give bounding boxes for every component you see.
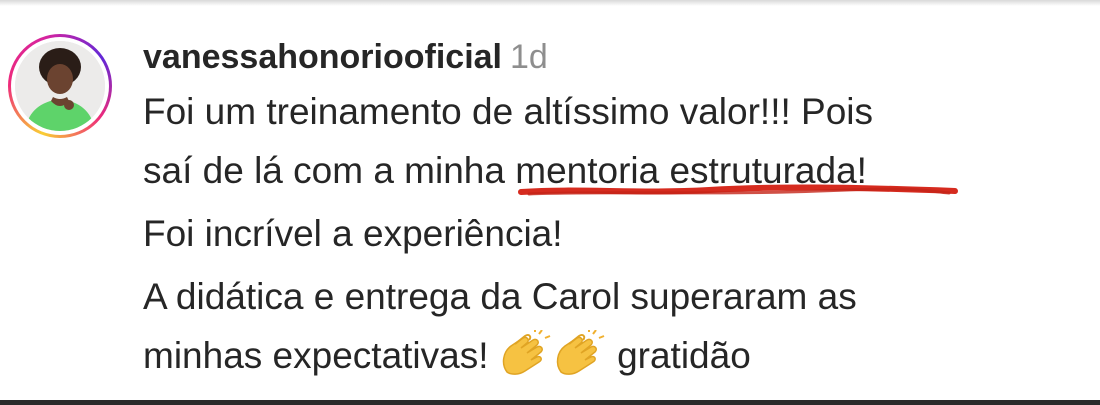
comment-text-fragment: minhas expectativas! bbox=[143, 335, 499, 376]
comment-text-line: A didática e entrega da Carol superaram … bbox=[143, 276, 857, 317]
red-marker-underline bbox=[518, 184, 959, 196]
clapping-hands-icon bbox=[553, 328, 607, 393]
top-divider bbox=[0, 0, 1100, 6]
bottom-edge bbox=[0, 400, 1100, 405]
comment-text-line: minhas expectativas! gratidão bbox=[143, 326, 1083, 393]
comment-card: vanessahonoriooficial 1d Foi um treinamen… bbox=[0, 0, 1100, 405]
comment-text-line: Foi incrível a experiência! bbox=[143, 213, 563, 254]
avatar[interactable] bbox=[15, 41, 105, 131]
highlighted-phrase: mentoria estruturada bbox=[515, 141, 959, 200]
profile-photo bbox=[15, 41, 105, 131]
username-link[interactable]: vanessahonoriooficial bbox=[143, 38, 502, 76]
comment-text-fragment: saí de lá com a minha bbox=[143, 150, 516, 191]
comment-text-fragment: gratidão bbox=[606, 335, 751, 376]
clapping-hands-icon bbox=[499, 328, 553, 393]
comment-text-line: Foi um treinamento de altíssimo valor!!!… bbox=[143, 91, 874, 132]
avatar-story-ring[interactable] bbox=[8, 34, 112, 138]
comment-body: vanessahonoriooficial 1d Foi um treinamen… bbox=[143, 32, 1083, 393]
comment-text-line: saí de lá com a minha mentoria estrutura… bbox=[143, 141, 1083, 200]
comment-timestamp[interactable]: 1d bbox=[510, 38, 548, 76]
comment-header: vanessahonoriooficial 1d bbox=[143, 32, 1083, 82]
